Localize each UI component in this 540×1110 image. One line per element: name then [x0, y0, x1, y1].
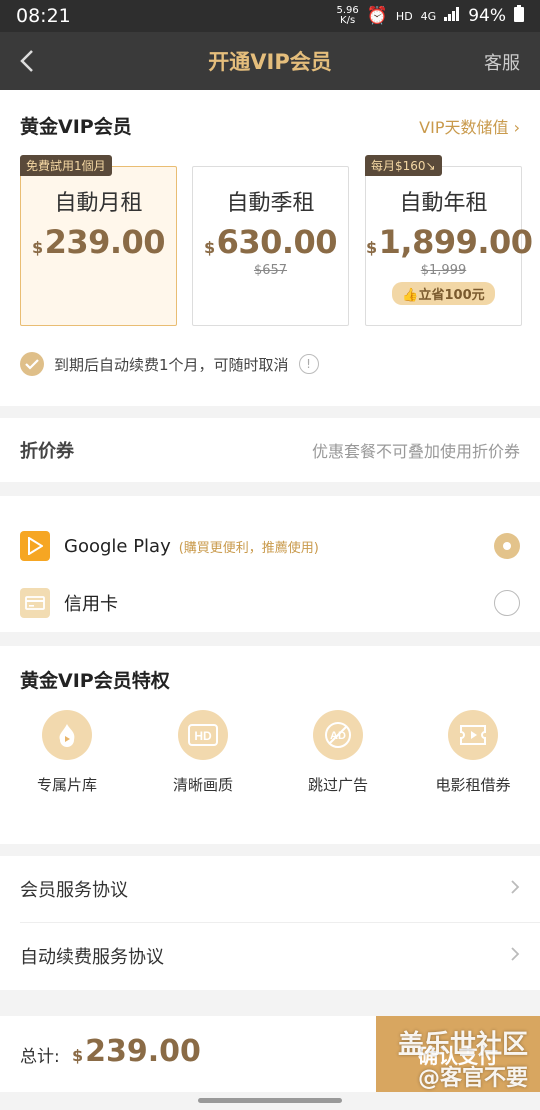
status-bar: 08:21 5.96 K/s ⏰ HD 4G 94% — [0, 0, 540, 32]
perks-title: 黄金VIP会员特权 — [20, 670, 170, 692]
perk-item: 电影租借券 — [423, 710, 523, 795]
perk-label: 电影租借券 — [435, 776, 511, 794]
plan-price: $239.00 — [31, 223, 166, 261]
payment-name: Google Play — [64, 535, 171, 557]
watermark-line2: @客官不要 — [417, 1066, 528, 1091]
google-play-icon — [20, 531, 50, 561]
plan-tag: 免費試用1個月 — [20, 155, 112, 176]
movie-ticket-icon — [448, 710, 498, 760]
thumbs-up-icon: 👍 — [402, 288, 419, 303]
plan-price: $630.00 — [203, 223, 338, 261]
radio-selected[interactable] — [494, 533, 520, 559]
plan-original-price: $1,999 — [420, 263, 467, 278]
autorenew-text: 到期后自动续费1个月，可随时取消 — [54, 355, 289, 374]
status-icons: 5.96 K/s ⏰ HD 4G 94% — [336, 5, 524, 27]
battery-percent: 94% — [468, 6, 506, 26]
perk-item: HD 清晰画质 — [153, 710, 253, 795]
payment-google-play[interactable]: Google Play (購買更便利，推薦使用) — [20, 526, 520, 566]
skip-ad-icon: AD — [313, 710, 363, 760]
plan-name: 自動年租 — [399, 191, 488, 216]
perk-label: 专属片库 — [36, 776, 97, 794]
network-speed: 5.96 K/s — [336, 5, 359, 26]
page-title: 开通VIP会员 — [208, 50, 332, 74]
network-type: 4G — [420, 9, 437, 23]
plan-yearly[interactable]: 每月$160↘ 自動年租 $1,899.00 $1,999 👍立省100元 — [365, 155, 533, 326]
plan-quarterly[interactable]: 自動季租 $630.00 $657 — [192, 166, 349, 326]
plan-price: $1,899.00 — [366, 223, 533, 261]
credit-card-icon — [20, 588, 50, 618]
plan-name: 自動月租 — [54, 191, 143, 216]
radio-unselected[interactable] — [494, 590, 520, 616]
perk-label: 跳过广告 — [307, 776, 368, 794]
perk-label: 清晰画质 — [172, 776, 233, 794]
chevron-right-icon — [510, 946, 520, 967]
top-nav-bar: 开通VIP会员 客服 — [0, 32, 540, 90]
plan-monthly[interactable]: 免費試用1個月 自動月租 $239.00 — [20, 155, 177, 326]
back-button[interactable] — [14, 46, 44, 76]
plan-original-price: $657 — [253, 263, 288, 278]
signal-icon — [444, 6, 460, 26]
plan-tag: 每月$160↘ — [365, 155, 442, 176]
battery-icon — [514, 5, 524, 27]
customer-service-link[interactable]: 客服 — [484, 49, 520, 75]
total-label: 总计: — [20, 1047, 60, 1067]
watermark-line1: 盖乐世社区 — [397, 1030, 528, 1060]
membership-title: 黄金VIP会员 — [20, 116, 132, 138]
member-service-agreement[interactable]: 会员服务协议 — [0, 856, 540, 922]
savings-badge: 👍立省100元 — [392, 282, 495, 305]
payment-credit-card[interactable]: 信用卡 — [20, 583, 520, 623]
perk-item: AD 跳过广告 — [288, 710, 388, 795]
autorenew-service-agreement[interactable]: 自动续费服务协议 — [0, 923, 540, 989]
total-price: $239.00 — [72, 1034, 201, 1069]
alarm-icon: ⏰ — [366, 6, 388, 26]
perk-item: 专属片库 — [17, 710, 117, 795]
autorenew-row[interactable]: 到期后自动续费1个月，可随时取消 ! — [20, 352, 319, 376]
coupon-row[interactable]: 折价券 优惠套餐不可叠加使用折价券 — [0, 418, 540, 482]
hd-icon: HD — [178, 710, 228, 760]
back-arrow-icon — [20, 50, 33, 72]
coupon-label: 折价券 — [20, 441, 74, 462]
payment-name: 信用卡 — [64, 594, 118, 615]
membership-section: 黄金VIP会员 VIP天数储值 › 免費試用1個月 自動月租 $239.00 自… — [0, 90, 540, 406]
chevron-right-icon — [510, 879, 520, 900]
home-indicator[interactable] — [198, 1098, 342, 1103]
hd-voice-indicator: HD — [395, 9, 413, 23]
info-icon[interactable]: ! — [298, 354, 319, 374]
check-icon[interactable] — [20, 352, 44, 376]
payment-note: (購買更便利，推薦使用) — [178, 540, 319, 556]
svg-text:HD: HD — [194, 729, 212, 743]
perks-section: 黄金VIP会员特权 专属片库 HD 清晰画质 AD 跳过广告 电影租借券 — [0, 646, 540, 844]
vip-days-topup-link[interactable]: VIP天数储值 › — [419, 114, 520, 138]
coupon-hint: 优惠套餐不可叠加使用折价券 — [311, 442, 520, 461]
payment-methods: Google Play (購買更便利，推薦使用) 信用卡 — [0, 496, 540, 632]
exclusive-library-icon — [42, 710, 92, 760]
plan-name: 自動季租 — [226, 191, 315, 216]
agreements-section: 会员服务协议 自动续费服务协议 — [0, 856, 540, 990]
status-time: 08:21 — [16, 5, 71, 27]
chevron-right-icon: › — [513, 118, 520, 137]
